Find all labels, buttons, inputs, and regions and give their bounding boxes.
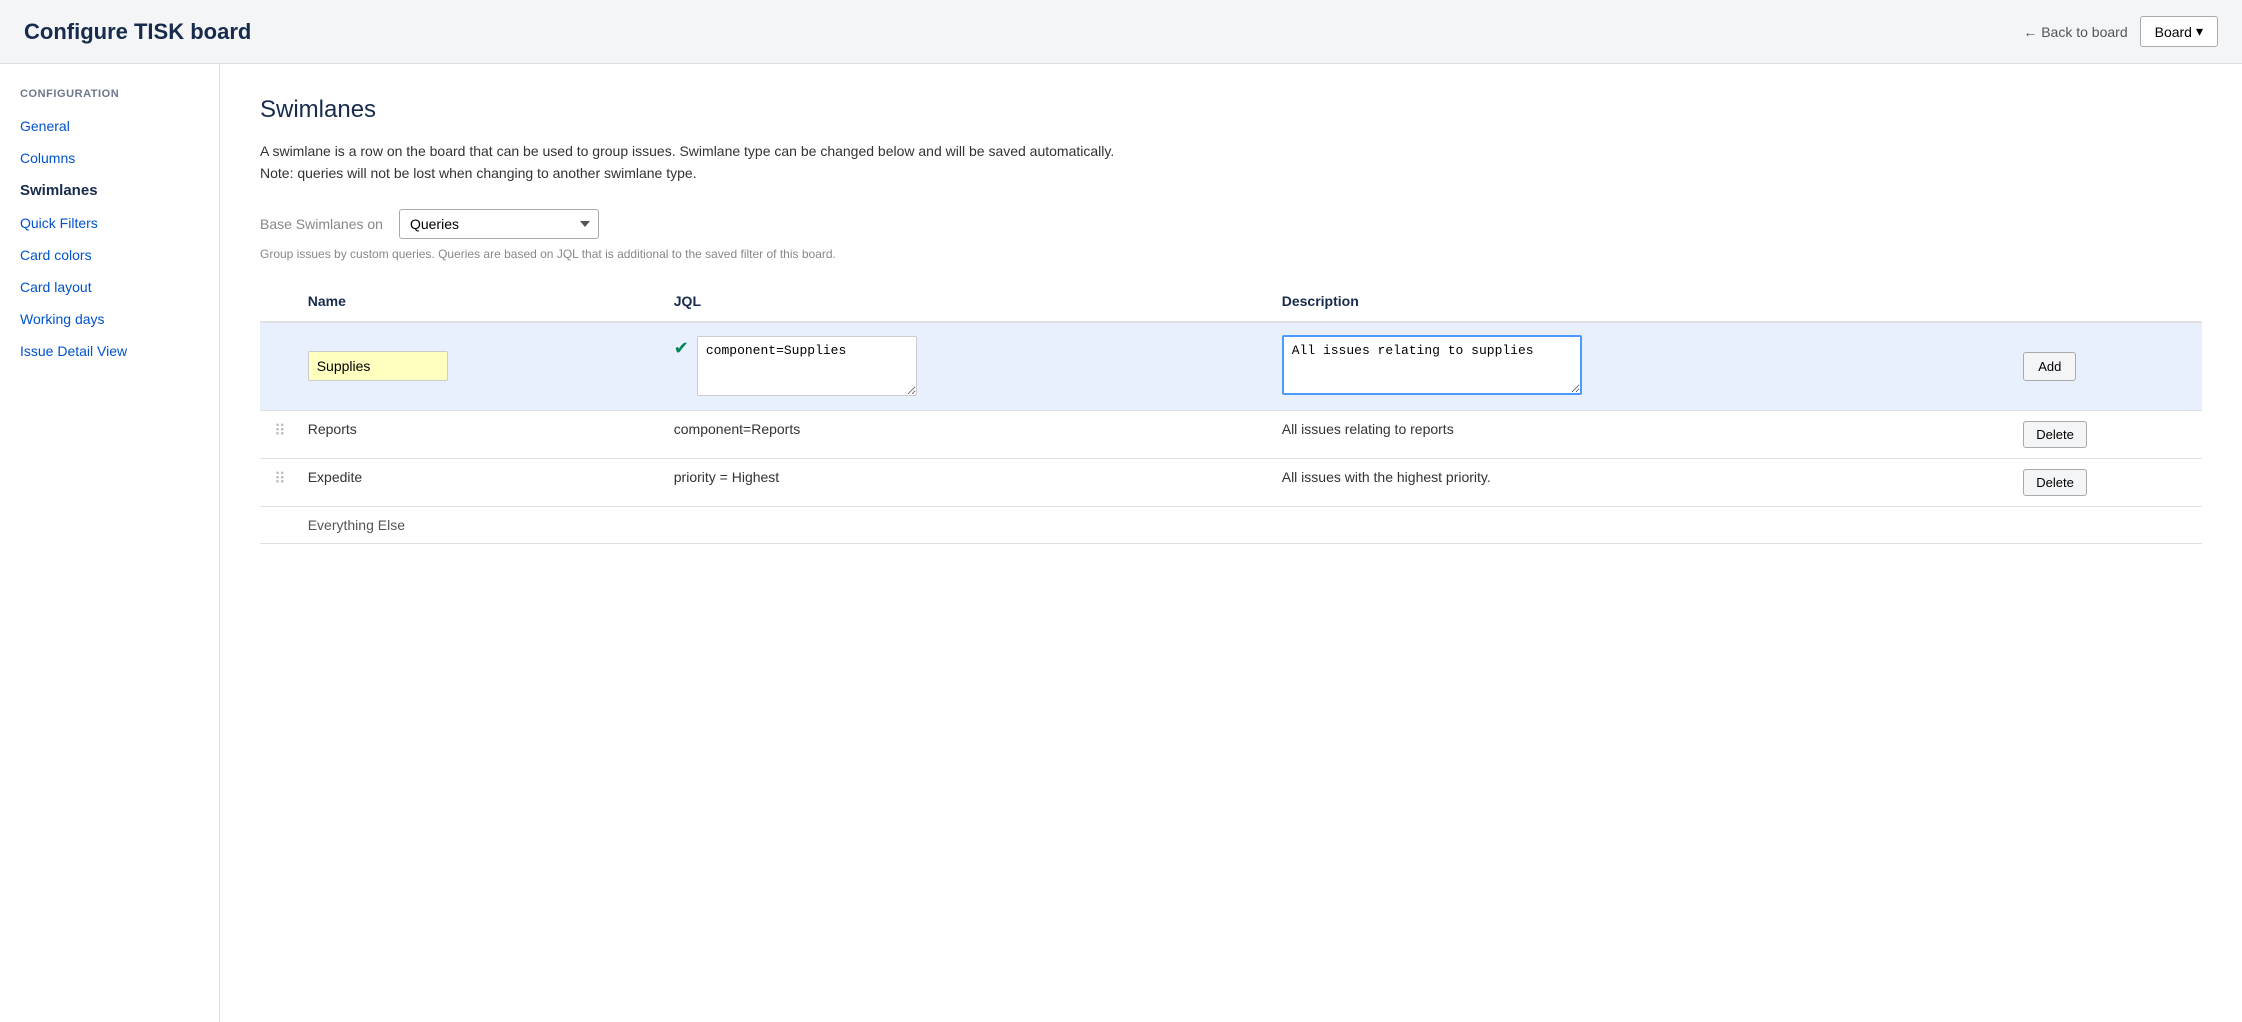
- edit-row-drag-cell: [260, 322, 300, 411]
- reports-jql-cell: component=Reports: [666, 410, 1274, 458]
- table-row: ⠿ Reports component=Reports All issues r…: [260, 410, 2202, 458]
- everything-else-jql-cell: [666, 506, 1274, 543]
- sidebar-section-label: CONFIGURATION: [0, 88, 219, 110]
- sidebar-item-card-colors[interactable]: Card colors: [0, 239, 219, 271]
- reports-name-cell: Reports: [300, 410, 666, 458]
- expedite-jql: priority = Highest: [674, 469, 779, 485]
- everything-else-name-cell: Everything Else: [300, 506, 666, 543]
- reports-jql: component=Reports: [674, 421, 800, 437]
- expedite-desc-cell: All issues with the highest priority.: [1274, 458, 2016, 506]
- table-row: ⠿ Expedite priority = Highest All issues…: [260, 458, 2202, 506]
- add-button[interactable]: Add: [2023, 352, 2076, 381]
- back-to-board-link[interactable]: ← Back to board: [2023, 24, 2127, 40]
- col-action-header: [2015, 285, 2202, 322]
- col-jql-header: JQL: [666, 285, 1274, 322]
- sidebar-item-working-days[interactable]: Working days: [0, 303, 219, 335]
- edit-row-jql-cell: ✔ component=Supplies: [666, 322, 1274, 411]
- edit-row-action-cell: Add: [2015, 322, 2202, 411]
- sidebar-item-general[interactable]: General: [0, 110, 219, 142]
- swimlanes-title: Swimlanes: [260, 96, 2202, 124]
- reports-drag-cell: ⠿: [260, 410, 300, 458]
- base-swimlanes-row: Base Swimlanes on Queries Assignees Epic…: [260, 209, 2202, 239]
- reports-delete-button[interactable]: Delete: [2023, 421, 2087, 448]
- sidebar-item-issue-detail-view[interactable]: Issue Detail View: [0, 335, 219, 367]
- reports-name: Reports: [308, 421, 357, 437]
- base-swimlanes-label: Base Swimlanes on: [260, 216, 383, 232]
- jql-textarea[interactable]: component=Supplies: [697, 336, 917, 396]
- reports-action-cell: Delete: [2015, 410, 2202, 458]
- header-right: ← Back to board Board ▾: [2023, 16, 2218, 47]
- expedite-drag-cell: ⠿: [260, 458, 300, 506]
- expedite-jql-cell: priority = Highest: [666, 458, 1274, 506]
- edit-row-name-cell: [300, 322, 666, 411]
- expedite-delete-button[interactable]: Delete: [2023, 469, 2087, 496]
- drag-handle-icon[interactable]: ⠿: [268, 471, 292, 488]
- everything-else-row: Everything Else: [260, 506, 2202, 543]
- col-drag: [260, 285, 300, 322]
- layout: CONFIGURATION General Columns Swimlanes …: [0, 64, 2242, 1022]
- chevron-down-icon: ▾: [2196, 23, 2203, 40]
- everything-else-label: Everything Else: [308, 517, 405, 533]
- sidebar: CONFIGURATION General Columns Swimlanes …: [0, 64, 220, 1022]
- back-to-board-label: Back to board: [2041, 24, 2127, 40]
- sidebar-item-quick-filters[interactable]: Quick Filters: [0, 207, 219, 239]
- col-description-header: Description: [1274, 285, 2016, 322]
- swimlanes-table: Name JQL Description ✔ compone: [260, 285, 2202, 544]
- table-header-row: Name JQL Description: [260, 285, 2202, 322]
- main-content: Swimlanes A swimlane is a row on the boa…: [220, 64, 2242, 1022]
- edit-row: ✔ component=Supplies All issues relating…: [260, 322, 2202, 411]
- description-line2: Note: queries will not be lost when chan…: [260, 165, 697, 181]
- sidebar-item-columns[interactable]: Columns: [0, 142, 219, 174]
- reports-description: All issues relating to reports: [1282, 421, 1454, 437]
- description-textarea[interactable]: All issues relating to supplies: [1282, 335, 1582, 395]
- col-name-header: Name: [300, 285, 666, 322]
- expedite-action-cell: Delete: [2015, 458, 2202, 506]
- everything-else-action-cell: [2015, 506, 2202, 543]
- sidebar-item-card-layout[interactable]: Card layout: [0, 271, 219, 303]
- drag-handle-icon[interactable]: ⠿: [268, 423, 292, 440]
- jql-cell: ✔ component=Supplies: [674, 336, 1266, 396]
- description: A swimlane is a row on the board that ca…: [260, 140, 1160, 185]
- board-button[interactable]: Board ▾: [2140, 16, 2218, 47]
- header: Configure TISK board ← Back to board Boa…: [0, 0, 2242, 64]
- name-input[interactable]: [308, 351, 448, 381]
- expedite-name: Expedite: [308, 469, 362, 485]
- jql-valid-icon: ✔: [674, 338, 689, 359]
- everything-else-drag-cell: [260, 506, 300, 543]
- reports-desc-cell: All issues relating to reports: [1274, 410, 2016, 458]
- back-arrow-icon: ←: [2023, 24, 2037, 40]
- everything-else-desc-cell: [1274, 506, 2016, 543]
- page-title: Configure TISK board: [24, 19, 251, 45]
- description-line1: A swimlane is a row on the board that ca…: [260, 143, 1114, 159]
- base-swimlanes-select[interactable]: Queries Assignees Epics Projects Parent …: [399, 209, 599, 239]
- sidebar-item-swimlanes[interactable]: Swimlanes: [0, 174, 219, 207]
- edit-row-desc-cell: All issues relating to supplies: [1274, 322, 2016, 411]
- expedite-name-cell: Expedite: [300, 458, 666, 506]
- expedite-description: All issues with the highest priority.: [1282, 469, 1491, 485]
- board-button-label: Board: [2155, 24, 2192, 40]
- swimlane-hint: Group issues by custom queries. Queries …: [260, 247, 2202, 261]
